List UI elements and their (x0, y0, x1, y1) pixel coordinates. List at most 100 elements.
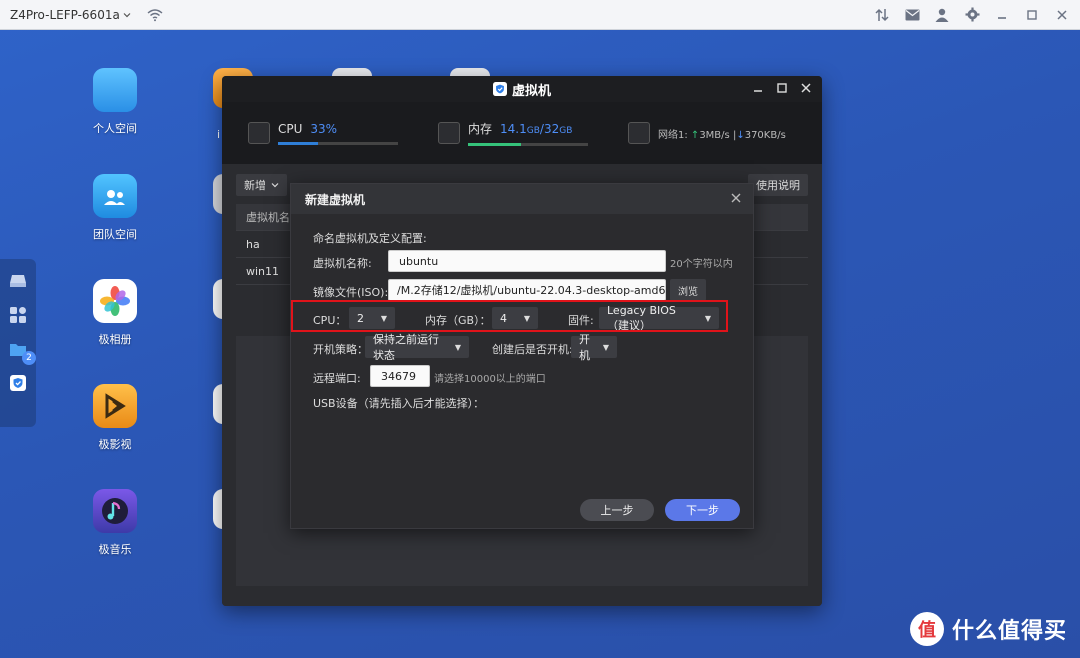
memory-chip-icon (438, 122, 460, 144)
vm-shield-icon (492, 82, 507, 96)
cpu-field-label: CPU： (313, 314, 347, 327)
window-close-button[interactable] (800, 82, 812, 96)
new-vm-label: 新增 (244, 179, 266, 192)
chevron-down-icon (123, 12, 131, 17)
remote-port-input[interactable]: 34679 (370, 365, 430, 387)
vm-shield-icon[interactable] (8, 373, 28, 393)
caret-down-icon: ▼ (704, 313, 711, 323)
window-maximize-button[interactable] (776, 82, 788, 96)
desktop-app-music[interactable]: 极音乐 (70, 489, 160, 557)
desktop-app-video[interactable]: 极影视 (70, 384, 160, 452)
usb-device-label: USB设备（请先插入后才能选择）： (313, 397, 485, 410)
memory-used-unit: GB (526, 126, 540, 136)
cpu-chip-icon (248, 122, 270, 144)
new-vm-button[interactable]: 新增 (236, 174, 287, 196)
auto-start-label: 创建后是否开机: (492, 343, 573, 356)
memory-usage-bar (468, 143, 588, 146)
photos-flower-icon (93, 279, 137, 323)
watermark-text: 什么值得买 (952, 619, 1068, 644)
desktop-app-team-space[interactable]: 团队空间 (70, 174, 160, 242)
section-label: 命名虚拟机及定义配置: (313, 232, 427, 245)
close-icon[interactable] (1054, 7, 1070, 23)
music-note-icon (93, 489, 137, 533)
iso-path-input[interactable]: /M.2存储12/虚拟机/ubuntu-22.04.3-desktop-amd6… (388, 279, 666, 301)
remote-port-label: 远程端口: (313, 372, 361, 385)
browse-button[interactable]: 浏览 (670, 279, 706, 301)
video-icon (93, 384, 137, 428)
cpu-usage-fill (278, 141, 318, 145)
dialog-header: 新建虚拟机 (291, 184, 753, 214)
app-label: 极影视 (98, 438, 132, 451)
memory-field-label: 内存（GB）： (425, 314, 491, 327)
device-selector[interactable]: Z4Pro-LEFP-6601a (10, 8, 131, 22)
desktop-app-photos[interactable]: 极相册 (70, 279, 160, 347)
cpu-stat: CPU 33% (248, 122, 438, 145)
left-dock (0, 259, 36, 427)
app-label: 个人空间 (93, 122, 137, 135)
storage-icon[interactable] (8, 271, 28, 291)
download-arrow-icon: ↓ (736, 129, 745, 141)
upload-speed: 3MB/s (699, 129, 730, 141)
next-step-button[interactable]: 下一步 (665, 499, 740, 521)
caret-down-icon: ▼ (454, 342, 461, 352)
close-icon (731, 193, 741, 203)
network-stat: 网络1: ↑3MB/s |↓370KB/s (628, 122, 786, 144)
mail-icon[interactable] (904, 7, 920, 23)
apps-grid-icon[interactable] (8, 305, 28, 325)
vm-name-label: 虚拟机名称: (313, 257, 372, 270)
boot-policy-value: 保持之前运行状态 (373, 333, 439, 362)
cpu-usage-bar (278, 141, 398, 145)
help-button[interactable]: 使用说明 (748, 174, 808, 196)
caret-down-icon: ▼ (523, 313, 530, 323)
firmware-select-value: Legacy BIOS（建议） (607, 303, 676, 332)
caret-down-icon: ▼ (380, 313, 387, 323)
settings-icon[interactable] (964, 7, 980, 23)
previous-step-button[interactable]: 上一步 (580, 499, 654, 521)
memory-select[interactable]: 4 ▼ (492, 307, 538, 329)
vm-name-input[interactable]: ubuntu (388, 250, 666, 272)
memory-usage-fill (468, 143, 521, 146)
top-bar: Z4Pro-LEFP-6601a (0, 0, 1080, 30)
app-label: 团队空间 (93, 228, 137, 241)
watermark: 值 什么值得买 (910, 612, 1067, 646)
boot-policy-select[interactable]: 保持之前运行状态 ▼ (365, 333, 469, 362)
network-label: 网络1: (658, 129, 688, 141)
notification-badge: 2 (22, 351, 36, 365)
window-minimize-button[interactable] (752, 82, 764, 96)
iso-label: 镜像文件(ISO): (313, 286, 389, 299)
caret-down-icon: ▼ (602, 342, 609, 352)
desktop-app-tile[interactable] (450, 68, 490, 76)
close-icon (801, 83, 811, 93)
cpu-value: 33% (310, 121, 338, 136)
vm-window-title: 虚拟机 (511, 83, 551, 99)
vm-name-hint: 20个字符以内 (670, 259, 733, 270)
remote-port-hint: 请选择10000以上的端口 (434, 374, 546, 385)
download-speed: 370KB/s (744, 129, 786, 141)
maximize-icon[interactable] (1024, 7, 1040, 23)
app-label: i (217, 128, 221, 141)
memory-total-unit: GB (559, 126, 573, 136)
cpu-select-value: 2 (357, 311, 364, 325)
user-icon[interactable] (934, 7, 950, 23)
chevron-down-icon (271, 183, 279, 188)
boot-policy-label: 开机策略： (313, 343, 368, 356)
firmware-select[interactable]: Legacy BIOS（建议） ▼ (599, 304, 719, 332)
minimize-icon (754, 90, 762, 92)
dialog-close-button[interactable] (729, 191, 743, 205)
memory-label: 内存 (468, 122, 493, 136)
cpu-select[interactable]: 2 ▼ (349, 307, 395, 329)
team-folder-icon (93, 174, 137, 218)
sort-icon[interactable] (874, 7, 890, 23)
desktop-app-personal-space[interactable]: 个人空间 (70, 68, 160, 136)
desktop-app-tile[interactable] (332, 68, 372, 76)
resource-stats: CPU 33% 内存 14.1GB/32GB 网络1: ↑3MB/s |↓370KB… (222, 102, 822, 164)
app-label: 极相册 (98, 333, 132, 346)
minimize-icon[interactable] (994, 7, 1010, 23)
device-name: Z4Pro-LEFP-6601a (10, 7, 120, 22)
cpu-label: CPU (278, 121, 303, 136)
new-vm-dialog: 新建虚拟机 命名虚拟机及定义配置: 虚拟机名称: ubuntu 20个字符以内 … (290, 183, 754, 529)
auto-start-select[interactable]: 开机 ▼ (571, 333, 617, 362)
memory-used: 14.1 (500, 122, 527, 136)
watermark-logo: 值 (910, 612, 944, 646)
wifi-icon[interactable] (147, 7, 163, 23)
